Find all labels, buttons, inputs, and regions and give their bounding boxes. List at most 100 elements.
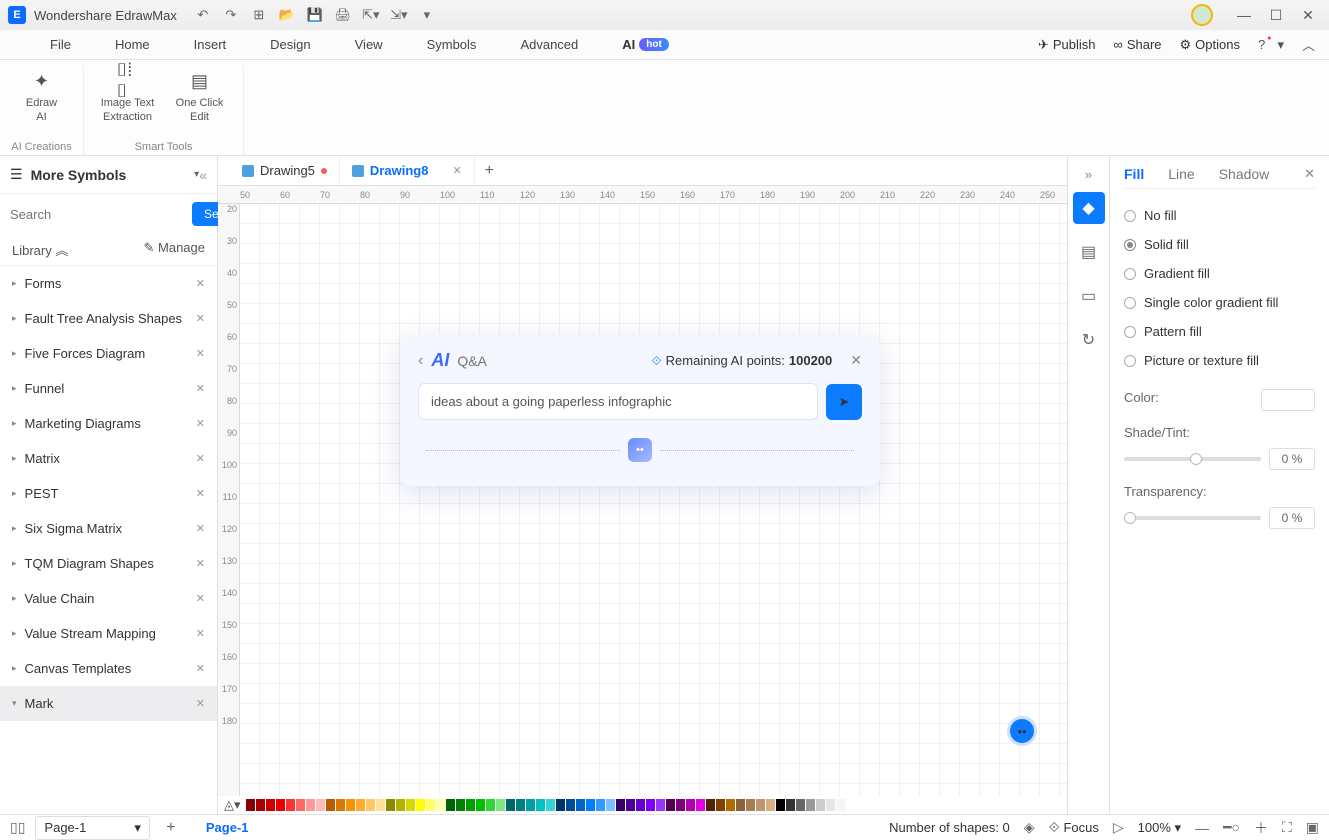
color-swatch[interactable] [296,799,305,811]
back-icon[interactable]: ‹ [418,352,423,370]
color-swatch[interactable] [686,799,695,811]
remove-category-icon[interactable]: ✕ [196,347,205,360]
save-icon[interactable]: 💾 [307,7,323,23]
color-swatch[interactable] [666,799,675,811]
doc-tab-drawing5[interactable]: Drawing5 [230,156,340,185]
layers-icon[interactable]: ◈ [1024,819,1035,836]
doc-tab-drawing8[interactable]: Drawing8 ✕ [340,156,475,185]
remove-category-icon[interactable]: ✕ [196,662,205,675]
color-swatch[interactable] [546,799,555,811]
export-icon[interactable]: ⇱▾ [363,7,379,23]
user-avatar[interactable] [1191,4,1213,26]
help-button[interactable]: ?●▾ [1258,37,1284,53]
remove-category-icon[interactable]: ✕ [196,417,205,430]
history-tool-icon[interactable]: ↻ [1073,324,1105,356]
color-swatch[interactable] [286,799,295,811]
fullscreen-icon[interactable]: ⛶ [1282,819,1292,836]
undo-icon[interactable]: ↶ [195,7,211,23]
color-swatch[interactable] [646,799,655,811]
manage-button[interactable]: ✎ Manage [144,240,206,259]
color-swatch[interactable] [556,799,565,811]
hamburger-icon[interactable]: ☰ [10,166,23,183]
color-swatch[interactable] [516,799,525,811]
zoom-label[interactable]: 100% ▾ [1138,820,1181,836]
color-swatch[interactable] [806,799,815,811]
color-swatch[interactable] [486,799,495,811]
remove-category-icon[interactable]: ✕ [196,452,205,465]
color-swatch[interactable] [336,799,345,811]
color-swatch[interactable] [256,799,265,811]
shape-category[interactable]: ▸Value Chain✕ [0,581,217,616]
color-swatch[interactable] [626,799,635,811]
color-swatch[interactable] [566,799,575,811]
library-label[interactable]: Library ︽ [12,240,68,259]
menu-file[interactable]: File [28,30,93,59]
shade-value[interactable]: 0 % [1269,448,1315,470]
page-selector[interactable]: Page-1▾ [35,816,149,840]
tab-fill[interactable]: Fill [1124,166,1144,182]
drawing-canvas[interactable]: ‹ AI Q&A ⟐ Remaining AI points: 100200 ✕… [240,204,1067,796]
color-swatch[interactable] [446,799,455,811]
shape-category[interactable]: ▸Marketing Diagrams✕ [0,406,217,441]
color-swatch[interactable] [606,799,615,811]
transparency-slider[interactable] [1124,516,1261,520]
color-swatch[interactable] [436,799,445,811]
ai-prompt-input[interactable]: ideas about a going paperless infographi… [418,383,818,420]
color-swatch[interactable] [276,799,285,811]
page-tool-icon[interactable]: ▤ [1073,236,1105,268]
fit-icon[interactable]: ▣ [1306,819,1319,836]
floating-ai-button[interactable]: •• [1007,716,1037,746]
shape-category[interactable]: ▸Funnel✕ [0,371,217,406]
fill-picker-icon[interactable]: ◬▾ [224,797,241,813]
color-swatch[interactable] [496,799,505,811]
page-list-icon[interactable]: ▯▯ [10,819,25,836]
color-swatch[interactable] [466,799,475,811]
color-swatch[interactable] [636,799,645,811]
edraw-ai-button[interactable]: ✦ Edraw AI [12,66,72,125]
color-swatch[interactable] [476,799,485,811]
menu-symbols[interactable]: Symbols [405,30,499,59]
color-swatch[interactable] [596,799,605,811]
color-swatch[interactable] [366,799,375,811]
color-swatch[interactable] [696,799,705,811]
collapse-ribbon-icon[interactable]: ︿ [1302,35,1315,54]
import-icon[interactable]: ⇲▾ [391,7,407,23]
shape-category[interactable]: ▸Six Sigma Matrix✕ [0,511,217,546]
new-icon[interactable]: ⊞ [251,7,267,23]
color-swatch[interactable] [376,799,385,811]
color-swatch[interactable] [586,799,595,811]
color-swatch[interactable] [746,799,755,811]
color-swatch[interactable] [726,799,735,811]
color-swatch[interactable] [736,799,745,811]
add-page-button[interactable]: + [160,817,182,839]
menu-ai[interactable]: AIhot [600,30,691,59]
color-swatch[interactable] [526,799,535,811]
zoom-slider[interactable]: ━○ [1223,819,1240,836]
menu-design[interactable]: Design [248,30,332,59]
color-swatch[interactable] [456,799,465,811]
play-icon[interactable]: ▷ [1113,819,1124,836]
fill-option[interactable]: Gradient fill [1124,259,1315,288]
fill-option[interactable]: Single color gradient fill [1124,288,1315,317]
fill-option[interactable]: Picture or texture fill [1124,346,1315,375]
color-swatch[interactable] [246,799,255,811]
tab-shadow[interactable]: Shadow [1219,166,1270,182]
close-dialog-icon[interactable]: ✕ [850,352,862,369]
page-tab[interactable]: Page-1 [206,820,249,835]
remove-category-icon[interactable]: ✕ [196,592,205,605]
close-panel-icon[interactable]: ✕ [1304,166,1315,182]
color-swatch[interactable] [426,799,435,811]
menu-home[interactable]: Home [93,30,172,59]
shape-category[interactable]: ▸Forms✕ [0,266,217,301]
color-swatch[interactable] [536,799,545,811]
color-swatch[interactable] [356,799,365,811]
shape-category[interactable]: ▸Five Forces Diagram✕ [0,336,217,371]
fill-option[interactable]: No fill [1124,201,1315,230]
one-click-edit-button[interactable]: ▤ One Click Edit [170,66,230,125]
image-text-extraction-button[interactable]: ⌷⁞⌷ Image Text Extraction [98,66,158,125]
shape-category[interactable]: ▸Canvas Templates✕ [0,651,217,686]
shape-category[interactable]: ▸Value Stream Mapping✕ [0,616,217,651]
remove-category-icon[interactable]: ✕ [196,557,205,570]
collapse-sidebar-icon[interactable]: « [199,167,207,183]
remove-category-icon[interactable]: ✕ [196,697,205,710]
